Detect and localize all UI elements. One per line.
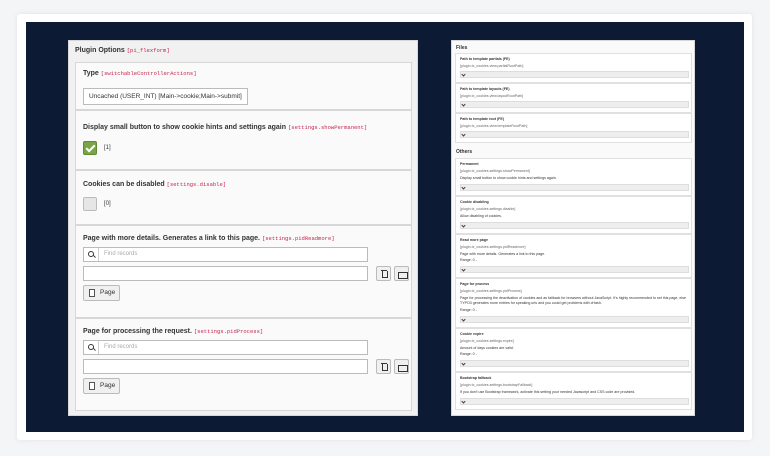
trash-icon[interactable] bbox=[376, 266, 391, 281]
pencil-icon[interactable] bbox=[461, 267, 466, 272]
files-layouts-section: Path to template layouts (FE) [plugin.tx… bbox=[455, 83, 692, 113]
setting-description: Amount of days cookies are valid. bbox=[460, 346, 514, 350]
cookie-disabling-section: Cookie disabling [plugin.tx_cookies.sett… bbox=[455, 196, 692, 234]
process-page-button[interactable]: Page bbox=[83, 378, 121, 394]
setting-code: [plugin.tx_cookies.settings.disable] bbox=[460, 207, 516, 211]
show-permanent-section: Display small button to show cookie hint… bbox=[75, 110, 412, 170]
bootstrap-fallback-section: Bootstrap fallback [plugin.tx_cookies.se… bbox=[455, 372, 692, 410]
cookie-expire-section: Cookie expire [plugin.tx_cookies.setting… bbox=[455, 328, 692, 372]
show-permanent-value: [1] bbox=[104, 145, 111, 151]
setting-title: Path to template partials (FE) bbox=[460, 57, 510, 61]
readmore-page-button[interactable]: Page bbox=[83, 285, 121, 301]
setting-description: Page with more details. Generates a link… bbox=[460, 252, 546, 256]
pencil-icon[interactable] bbox=[461, 72, 466, 77]
readmore-selected-list[interactable] bbox=[83, 266, 368, 281]
disable-title: Cookies can be disabled [settings.disabl… bbox=[83, 181, 227, 188]
setting-input[interactable] bbox=[460, 398, 689, 405]
readmore-code: [settings.pidReadmore] bbox=[261, 235, 335, 242]
read-more-page-section: Read more page [plugin.tx_cookies.settin… bbox=[455, 234, 692, 278]
readmore-section: Page with more details. Generates a link… bbox=[75, 225, 412, 318]
setting-title: Path to template layouts (FE) bbox=[460, 87, 510, 91]
setting-input[interactable] bbox=[460, 131, 689, 138]
pencil-icon[interactable] bbox=[461, 317, 466, 322]
pencil-icon[interactable] bbox=[461, 185, 466, 190]
files-group-label: Files bbox=[456, 45, 468, 51]
type-select[interactable]: Uncached (USER_INT) [Main->cookie;Main->… bbox=[83, 88, 248, 105]
type-section: Type [switchableControllerActions] Uncac… bbox=[75, 62, 412, 110]
setting-input[interactable] bbox=[460, 222, 689, 229]
process-search-input[interactable]: Find records bbox=[83, 340, 368, 355]
readmore-search-placeholder: Find records bbox=[104, 251, 138, 257]
setting-description: If you don't use Bootstrap framework, ac… bbox=[460, 390, 636, 394]
show-permanent-code: [settings.showPermanent] bbox=[287, 124, 368, 131]
pencil-icon[interactable] bbox=[461, 361, 466, 366]
search-icon bbox=[84, 248, 99, 261]
setting-title: Read more page bbox=[460, 238, 488, 242]
setting-title: Cookie disabling bbox=[460, 200, 489, 204]
setting-title: Cookie expire bbox=[460, 332, 484, 336]
setting-description: Page for processing the deactivation of … bbox=[460, 296, 687, 305]
process-section: Page for processing the request. [settin… bbox=[75, 318, 412, 411]
disable-code: [settings.disable] bbox=[166, 181, 227, 188]
plugin-options-code: [pi_flexform] bbox=[126, 47, 170, 54]
folder-icon[interactable] bbox=[394, 359, 409, 374]
trash-icon[interactable] bbox=[376, 359, 391, 374]
process-selected-list[interactable] bbox=[83, 359, 368, 374]
setting-range: Range: 0 - bbox=[460, 258, 477, 262]
constants-panel: Files Path to template partials (FE) [pl… bbox=[451, 40, 695, 416]
process-title: Page for processing the request. [settin… bbox=[83, 328, 264, 335]
disable-checkbox[interactable] bbox=[83, 197, 97, 211]
folder-icon[interactable] bbox=[394, 266, 409, 281]
pencil-icon[interactable] bbox=[461, 399, 466, 404]
pencil-icon[interactable] bbox=[461, 223, 466, 228]
others-group-label: Others bbox=[456, 149, 473, 155]
setting-title: Bootstrap fallback bbox=[460, 376, 492, 380]
files-templates-section: Path to template root (FE) [plugin.tx_co… bbox=[455, 113, 692, 143]
setting-code: [plugin.tx_cookies.settings.showPermanen… bbox=[460, 169, 530, 173]
plugin-options-panel: Plugin Options [pi_flexform] Type [switc… bbox=[68, 40, 418, 416]
show-permanent-title: Display small button to show cookie hint… bbox=[83, 124, 368, 131]
setting-code: [plugin.tx_cookies.settings.pidReadmore] bbox=[460, 245, 526, 249]
pencil-icon[interactable] bbox=[461, 102, 466, 107]
permanent-section: Permanent [plugin.tx_cookies.settings.sh… bbox=[455, 158, 692, 196]
setting-input[interactable] bbox=[460, 184, 689, 191]
process-search-placeholder: Find records bbox=[104, 344, 138, 350]
setting-title: Permanent bbox=[460, 162, 479, 166]
disable-section: Cookies can be disabled [settings.disabl… bbox=[75, 170, 412, 225]
setting-code: [plugin.tx_cookies.view.templateRootPath… bbox=[460, 124, 528, 128]
type-code: [switchableControllerActions] bbox=[100, 70, 197, 77]
type-title: Type [switchableControllerActions] bbox=[83, 70, 197, 77]
plugin-options-title: Plugin Options [pi_flexform] bbox=[75, 47, 170, 54]
setting-input[interactable] bbox=[460, 360, 689, 367]
setting-description: Allow disabling of cookies. bbox=[460, 214, 502, 218]
page-icon bbox=[89, 382, 95, 390]
setting-range: Range: 0 - bbox=[460, 352, 477, 356]
setting-code: [plugin.tx_cookies.view.partialRootPath] bbox=[460, 64, 524, 68]
search-icon bbox=[84, 341, 99, 354]
setting-title: Path to template root (FE) bbox=[460, 117, 504, 121]
page-icon bbox=[89, 289, 95, 297]
setting-code: [plugin.tx_cookies.view.layoutRootPath] bbox=[460, 94, 524, 98]
setting-range: Range: 0 - bbox=[460, 308, 477, 312]
setting-code: [plugin.tx_cookies.settings.bootstrapFal… bbox=[460, 383, 533, 387]
page-for-process-section: Page for process [plugin.tx_cookies.sett… bbox=[455, 278, 692, 328]
show-permanent-checkbox[interactable] bbox=[83, 141, 97, 155]
setting-code: [plugin.tx_cookies.settings.expire] bbox=[460, 339, 514, 343]
readmore-title: Page with more details. Generates a link… bbox=[83, 235, 335, 242]
setting-title: Page for process bbox=[460, 282, 490, 286]
pencil-icon[interactable] bbox=[461, 132, 466, 137]
readmore-search-input[interactable]: Find records bbox=[83, 247, 368, 262]
setting-input[interactable] bbox=[460, 101, 689, 108]
process-code: [settings.pidProcess] bbox=[193, 328, 264, 335]
files-partials-section: Path to template partials (FE) [plugin.t… bbox=[455, 53, 692, 83]
disable-value: [0] bbox=[104, 201, 111, 207]
setting-input[interactable] bbox=[460, 316, 689, 323]
setting-code: [plugin.tx_cookies.settings.pidProcess] bbox=[460, 289, 522, 293]
setting-description: Display small button to show cookie hint… bbox=[460, 176, 557, 180]
setting-input[interactable] bbox=[460, 266, 689, 273]
setting-input[interactable] bbox=[460, 71, 689, 78]
